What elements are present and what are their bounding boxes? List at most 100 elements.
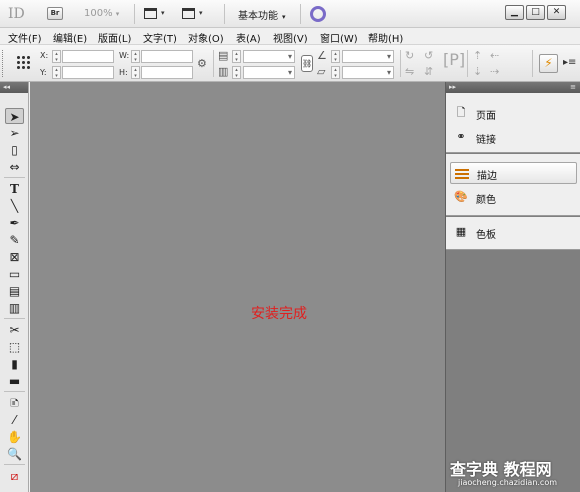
scale-y-select[interactable] — [243, 66, 295, 79]
menu-table[interactable]: 表(A) — [236, 30, 261, 45]
menu-help[interactable]: 帮助(H) — [368, 30, 403, 45]
control-panel-menu-icon[interactable]: ▸≡ — [563, 57, 576, 68]
separator — [532, 50, 533, 77]
menu-object[interactable]: 对象(O) — [188, 30, 224, 45]
rectangle-frame-tool-icon[interactable]: ⊠ — [5, 249, 24, 265]
height-spinner[interactable]: ▴ ▾ — [131, 66, 140, 79]
color-panel-tab[interactable]: 🎨 颜色 — [450, 187, 577, 209]
free-transform-tool-icon[interactable]: ⬚ — [5, 339, 24, 355]
rectangle-tool-icon[interactable]: ▭ — [5, 266, 24, 282]
page-tool-icon[interactable]: ▯ — [5, 142, 24, 158]
workspace-switcher[interactable]: 基本功能 ▾ — [238, 7, 286, 22]
zoom-level[interactable]: 100% ▾ — [84, 8, 119, 19]
scale-y-icon: ▥ — [218, 65, 229, 78]
width-spinner[interactable]: ▴ ▾ — [131, 50, 140, 63]
application-bar: ID Br 100% ▾ ▾ ▾ 基本功能 ▾ ▁ □ ✕ — [0, 0, 580, 28]
note-tool-icon[interactable]: 🗈 — [5, 395, 24, 411]
watermark-url: jiaocheng.chazidian.com — [458, 478, 558, 487]
install-complete-text: 安装完成 — [251, 306, 307, 322]
direct-selection-tool-icon[interactable]: ➢ — [5, 125, 24, 141]
scale-y-spinner[interactable]: ▴ ▾ — [232, 66, 241, 79]
reference-point-icon[interactable] — [16, 55, 31, 70]
fill-stroke-icon[interactable]: ⧄ — [5, 468, 24, 484]
shear-spinner[interactable]: ▴ ▾ — [331, 66, 340, 79]
stroke-icon — [455, 169, 469, 179]
menu-layout[interactable]: 版面(L) — [98, 30, 131, 45]
y-field[interactable] — [62, 66, 114, 79]
separator — [400, 50, 401, 77]
lightning-icon[interactable]: ⚡ — [539, 54, 558, 73]
eyedropper-tool-icon[interactable]: ⁄ — [5, 412, 24, 428]
rotate-spinner[interactable]: ▴ ▾ — [331, 50, 340, 63]
panel-group: ▦ 色板 — [446, 217, 580, 250]
rotate-select[interactable] — [342, 50, 394, 63]
view-options-button[interactable]: ▾ — [144, 6, 170, 22]
minimize-button[interactable]: ▁ — [505, 5, 524, 20]
select-content-icon[interactable]: ⇣ — [473, 66, 482, 78]
watermark: 查字典 教程网 jiaocheng.chazidian.com — [450, 456, 578, 490]
stroke-label: 描边 — [477, 171, 497, 182]
links-panel-tab[interactable]: ⚭ 链接 — [450, 127, 577, 149]
pen-tool-icon[interactable]: ✒ — [5, 215, 24, 231]
height-field[interactable] — [141, 66, 193, 79]
swatches-panel-tab[interactable]: ▦ 色板 — [450, 222, 577, 244]
scissors-tool-icon[interactable]: ✂ — [5, 322, 24, 338]
select-container-icon[interactable]: ⇡ — [473, 50, 482, 62]
menu-type[interactable]: 文字(T) — [143, 30, 177, 45]
menu-edit[interactable]: 编辑(E) — [53, 30, 87, 45]
bridge-button[interactable]: Br — [47, 7, 63, 20]
maximize-button[interactable]: □ — [526, 5, 545, 20]
p-icon: [P] — [443, 50, 466, 69]
pages-panel-tab[interactable]: 🗋 页面 — [450, 103, 577, 125]
type-tool-icon[interactable]: T — [5, 181, 24, 197]
indesign-logo: ID — [8, 6, 25, 22]
pencil-tool-icon[interactable]: ✎ — [5, 232, 24, 248]
scale-x-select[interactable] — [243, 50, 295, 63]
gradient-swatch-tool-icon[interactable]: ▮ — [5, 356, 24, 372]
panel-dock-menu-icon[interactable]: ≡ — [570, 82, 576, 92]
gap-tool-icon[interactable]: ⇔ — [5, 159, 24, 175]
x-field[interactable] — [62, 50, 114, 63]
document-canvas[interactable] — [30, 82, 445, 492]
panel-grip[interactable] — [2, 50, 5, 77]
chevron-down-icon: ▾ — [282, 13, 286, 21]
selection-tool-icon[interactable]: ➤ — [5, 108, 24, 124]
x-spinner[interactable]: ▴ ▾ — [52, 50, 61, 63]
select-next-icon[interactable]: ⇢ — [490, 66, 499, 78]
line-tool-icon[interactable]: ╲ — [5, 198, 24, 214]
constrain-proportions-icon[interactable]: ⚙ — [197, 58, 207, 70]
hand-tool-icon[interactable]: ✋ — [5, 429, 24, 445]
chevron-down-icon: ▾ — [199, 9, 203, 17]
height-label: H: — [119, 68, 128, 77]
width-field[interactable] — [141, 50, 193, 63]
panel-group: 🗋 页面 ⚭ 链接 — [446, 93, 580, 153]
horizontal-grid-tool-icon[interactable]: ▤ — [5, 283, 24, 299]
shear-select[interactable] — [342, 66, 394, 79]
vertical-grid-tool-icon[interactable]: ▥ — [5, 300, 24, 316]
scale-x-spinner[interactable]: ▴ ▾ — [232, 50, 241, 63]
tools-panel-collapse[interactable]: ◂◂ — [0, 82, 28, 93]
menu-view[interactable]: 视图(V) — [273, 30, 308, 45]
separator — [4, 464, 25, 465]
gradient-feather-tool-icon[interactable]: ▬ — [5, 373, 24, 389]
links-label: 链接 — [476, 135, 496, 146]
panel-group: 描边 🎨 颜色 — [446, 154, 580, 216]
view-options-icon — [144, 8, 157, 19]
cs-live-icon[interactable] — [310, 6, 326, 22]
menu-window[interactable]: 窗口(W) — [320, 30, 358, 45]
rotate-clockwise-icon[interactable]: ↻ — [405, 50, 414, 62]
stroke-panel-tab[interactable]: 描边 — [450, 162, 577, 184]
menu-file[interactable]: 文件(F) — [8, 30, 42, 45]
flip-horizontal-icon[interactable]: ⇋ — [405, 66, 414, 78]
rotate-counterclockwise-icon[interactable]: ↺ — [424, 50, 433, 62]
panel-dock-collapse[interactable]: ▸▸ — [449, 83, 456, 91]
y-spinner[interactable]: ▴ ▾ — [52, 66, 61, 79]
zoom-tool-icon[interactable]: 🔍 — [5, 446, 24, 462]
close-button[interactable]: ✕ — [547, 5, 566, 20]
flip-vertical-icon[interactable]: ⇵ — [424, 66, 433, 78]
menu-bar: 文件(F) 编辑(E) 版面(L) 文字(T) 对象(O) 表(A) 视图(V)… — [0, 28, 580, 45]
screen-mode-button[interactable]: ▾ — [182, 6, 208, 22]
link-scale-icon[interactable]: ⛓ — [301, 55, 313, 72]
select-previous-icon[interactable]: ⇠ — [490, 50, 499, 62]
pages-label: 页面 — [476, 111, 496, 122]
